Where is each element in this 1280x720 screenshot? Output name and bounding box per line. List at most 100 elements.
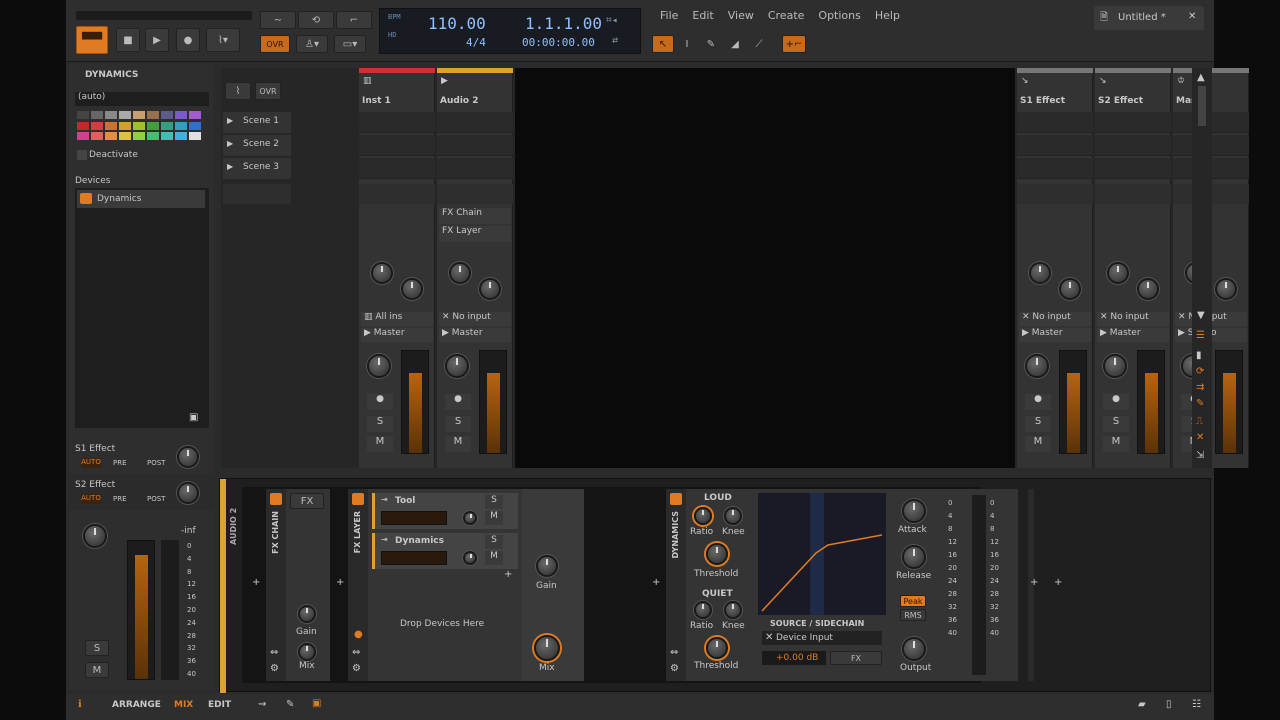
- menu-item[interactable]: Edit: [692, 9, 713, 22]
- layer-volume[interactable]: [381, 511, 447, 525]
- output-knob[interactable]: [902, 637, 926, 661]
- record-arm-button[interactable]: ●: [445, 394, 471, 410]
- volume-icon[interactable]: ⎍: [1196, 416, 1203, 427]
- volume-fader[interactable]: [1215, 350, 1243, 454]
- layer-gain-knob[interactable]: [536, 555, 558, 577]
- sidechain-fx-button[interactable]: FX: [830, 651, 882, 665]
- color-swatch[interactable]: [189, 111, 201, 119]
- fx-layer-expand-icon[interactable]: ⇔: [352, 647, 360, 658]
- play-button[interactable]: ▶: [145, 28, 169, 52]
- color-swatch[interactable]: [161, 132, 173, 141]
- loud-threshold-knob[interactable]: [706, 543, 728, 565]
- loop-mode-1[interactable]: ∼: [260, 11, 296, 29]
- gain-knob[interactable]: [298, 605, 316, 623]
- color-swatch[interactable]: [133, 121, 145, 130]
- menu-item[interactable]: File: [660, 9, 678, 22]
- menu-item[interactable]: Options: [818, 9, 860, 22]
- vertical-scrollbar[interactable]: [1198, 86, 1206, 126]
- color-swatch[interactable]: [105, 121, 117, 130]
- loop-mode-2[interactable]: ⟲: [298, 11, 334, 29]
- color-swatch[interactable]: [91, 121, 103, 130]
- clip-slot[interactable]: [437, 135, 513, 156]
- attack-knob[interactable]: [902, 499, 926, 523]
- layer-pan-knob[interactable]: [463, 511, 477, 525]
- send-knob[interactable]: [449, 262, 471, 284]
- color-swatch[interactable]: [175, 121, 187, 130]
- clip-slot[interactable]: [359, 112, 435, 133]
- fx-chain-fx-button[interactable]: FX: [290, 493, 324, 509]
- menu-item[interactable]: View: [728, 9, 754, 22]
- fx-chain-power-icon[interactable]: [270, 493, 282, 505]
- output-select[interactable]: ▶ Master: [361, 328, 433, 342]
- scene-stop-row[interactable]: [223, 184, 291, 204]
- pan-knob[interactable]: [83, 524, 107, 548]
- color-swatch[interactable]: [91, 111, 103, 119]
- loud-ratio-knob[interactable]: [694, 507, 712, 525]
- sidechain-gain[interactable]: +0.00 dB: [762, 651, 826, 665]
- add-device-icon-3[interactable]: +: [652, 577, 660, 588]
- fx-icon[interactable]: ✎: [1196, 398, 1204, 409]
- cross-icon[interactable]: ✕: [1196, 432, 1204, 443]
- volume-fader[interactable]: [1059, 350, 1087, 454]
- mix-tab[interactable]: MIX: [174, 700, 193, 710]
- dynamics-expand-icon[interactable]: ⇔: [670, 647, 678, 658]
- color-swatch[interactable]: [77, 132, 89, 141]
- pointer-tool[interactable]: ↖: [652, 35, 674, 53]
- solo-button[interactable]: S: [85, 640, 109, 656]
- scene-play-icon[interactable]: ▶: [227, 139, 233, 148]
- record-arm-button[interactable]: ●: [1025, 394, 1051, 410]
- color-swatch[interactable]: [161, 121, 173, 130]
- pan-knob[interactable]: [445, 354, 469, 378]
- volume-fader[interactable]: [1137, 350, 1165, 454]
- mixer-settings-icon[interactable]: ☷: [1192, 699, 1201, 710]
- clip-slot[interactable]: [1095, 158, 1171, 179]
- send-knob[interactable]: [177, 446, 199, 468]
- collapse-icon[interactable]: ▣: [189, 412, 198, 423]
- time-signature[interactable]: 4/4: [466, 36, 486, 49]
- expand-icon[interactable]: ⇲: [1196, 450, 1204, 461]
- color-swatch[interactable]: [161, 111, 173, 119]
- clip-slot[interactable]: [1095, 135, 1171, 156]
- track-name[interactable]: Audio 2: [440, 96, 478, 106]
- send-auto-button[interactable]: AUTO: [81, 494, 101, 504]
- quiet-ratio-knob[interactable]: [694, 601, 712, 619]
- auto-select[interactable]: (auto): [75, 92, 209, 106]
- dynamics-power-icon[interactable]: [670, 493, 682, 505]
- layer-pan-knob[interactable]: [463, 551, 477, 565]
- position-value[interactable]: 1.1.1.00: [525, 14, 602, 33]
- menu-item[interactable]: Help: [875, 9, 900, 22]
- send-knob[interactable]: [401, 278, 423, 300]
- color-swatch[interactable]: [133, 111, 145, 119]
- solo-button[interactable]: S: [445, 416, 471, 432]
- menu-item[interactable]: Create: [768, 9, 805, 22]
- fx-track-name[interactable]: S2 Effect: [1098, 96, 1143, 106]
- pencil-tool[interactable]: ✎: [700, 35, 722, 53]
- color-swatch[interactable]: [105, 111, 117, 119]
- eraser-tool[interactable]: ◢: [724, 35, 746, 53]
- pan-knob[interactable]: [367, 354, 391, 378]
- input-select[interactable]: ✕ No input: [439, 312, 511, 326]
- mix-knob[interactable]: [298, 643, 316, 661]
- snap-button[interactable]: +⌐: [782, 35, 806, 53]
- clip-slot[interactable]: [1017, 135, 1093, 156]
- send-knob[interactable]: [479, 278, 501, 300]
- device-chain-item[interactable]: FX Layer: [439, 226, 511, 242]
- link-icon[interactable]: ⇄: [612, 35, 618, 46]
- automation-write-button[interactable]: ⌇▾: [206, 28, 240, 52]
- send-knob[interactable]: [371, 262, 393, 284]
- arrange-tab[interactable]: ARRANGE: [112, 700, 161, 710]
- scroll-down-icon[interactable]: ▼: [1197, 310, 1205, 321]
- pan-knob[interactable]: [1103, 354, 1127, 378]
- send-pre-button[interactable]: PRE: [113, 495, 127, 503]
- color-swatch[interactable]: [77, 111, 89, 119]
- layer-row[interactable]: ⇥ Dynamics S M: [372, 533, 518, 569]
- clip-slot[interactable]: [359, 135, 435, 156]
- volume-fader[interactable]: [479, 350, 507, 454]
- quiet-threshold-knob[interactable]: [706, 637, 728, 659]
- device-panel-icon[interactable]: ▣: [312, 698, 321, 709]
- routing-icon[interactable]: ⇝: [258, 699, 266, 710]
- solo-button[interactable]: S: [1025, 416, 1051, 432]
- file-icon[interactable]: ▯: [1166, 699, 1172, 710]
- fx-send-knob[interactable]: [1137, 278, 1159, 300]
- stop-button[interactable]: ■: [116, 28, 140, 52]
